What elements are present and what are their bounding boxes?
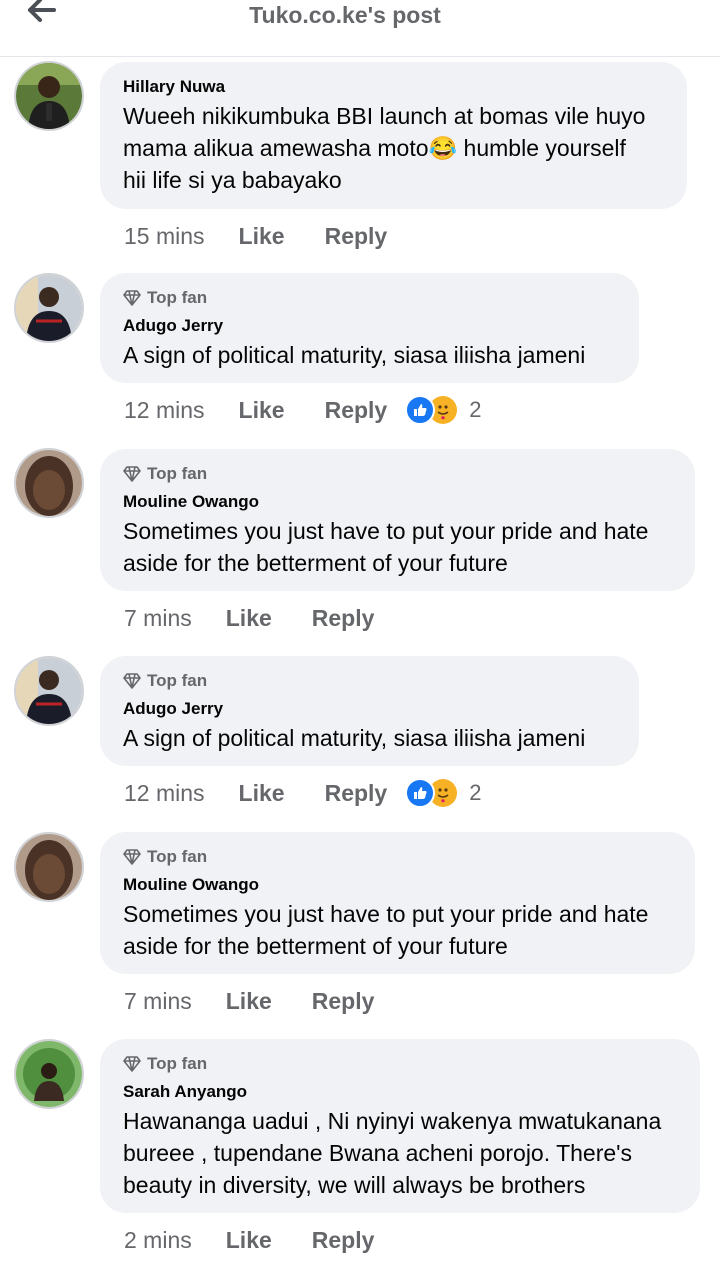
reaction-count: 2 <box>469 397 482 422</box>
comment-time[interactable]: 2 mins <box>124 1227 192 1254</box>
like-button[interactable]: Like <box>226 605 272 632</box>
comment-bubble[interactable]: Top fan Adugo Jerry A sign of political … <box>100 273 639 383</box>
reply-button[interactable]: Reply <box>325 780 388 807</box>
badge-label: Top fan <box>147 1054 208 1073</box>
avatar[interactable] <box>14 61 84 131</box>
comment-actions: 12 mins Like Reply 2 <box>124 395 481 425</box>
avatar[interactable] <box>14 656 84 726</box>
comment-line: aside for the betterment of your future <box>123 933 508 959</box>
comment-time[interactable]: 12 mins <box>124 780 205 807</box>
comment-actions: 7 mins Like Reply <box>124 986 414 1016</box>
comment-actions: 12 mins Like Reply 2 <box>124 778 481 808</box>
comment-actions: 7 mins Like Reply <box>124 603 414 633</box>
post-header: Tuko.co.ke's post <box>0 0 720 57</box>
comment-time[interactable]: 12 mins <box>124 397 205 424</box>
comment-text: A sign of political maturity, siasa ilii… <box>123 722 617 754</box>
comment-text: A sign of political maturity, siasa ilii… <box>123 339 617 371</box>
comment-bubble[interactable]: Top fan Adugo Jerry A sign of political … <box>100 656 639 766</box>
reply-button[interactable]: Reply <box>312 1227 375 1254</box>
comment-line: mama alikua amewasha moto😂 humble yourse… <box>123 135 626 161</box>
diamond-icon <box>123 290 141 306</box>
avatar[interactable] <box>14 832 84 902</box>
comment-line: Sometimes you just have to put your prid… <box>123 901 649 927</box>
comment-line: Wueeh nikikumbuka BBI launch at bomas vi… <box>123 103 646 129</box>
comment-line: hii life si ya babayako <box>123 167 342 193</box>
diamond-icon <box>123 849 141 865</box>
reply-button[interactable]: Reply <box>312 988 375 1015</box>
comment-author[interactable]: Mouline Owango <box>123 491 673 513</box>
comment-line: beauty in diversity, we will always be b… <box>123 1172 586 1198</box>
top-fan-badge: Top fan <box>123 670 617 692</box>
comment-line: A sign of political maturity, siasa ilii… <box>123 342 586 368</box>
comment-time[interactable]: 7 mins <box>124 988 192 1015</box>
like-button[interactable]: Like <box>239 223 285 250</box>
avatar[interactable] <box>14 273 84 343</box>
top-fan-badge: Top fan <box>123 846 673 868</box>
top-fan-badge: Top fan <box>123 287 617 309</box>
reactions-summary[interactable]: 2 <box>405 778 481 808</box>
comment-bubble[interactable]: Hillary Nuwa Wueeh nikikumbuka BBI launc… <box>100 62 687 209</box>
comment-text: Hawananga uadui , Ni nyinyi wakenya mwat… <box>123 1105 678 1201</box>
comment-time[interactable]: 7 mins <box>124 605 192 632</box>
comment-bubble[interactable]: Top fan Mouline Owango Sometimes you jus… <box>100 449 695 591</box>
comment-line: A sign of political maturity, siasa ilii… <box>123 725 586 751</box>
comment-line: Sometimes you just have to put your prid… <box>123 518 649 544</box>
top-fan-badge: Top fan <box>123 463 673 485</box>
like-button[interactable]: Like <box>239 397 285 424</box>
comment-author[interactable]: Sarah Anyango <box>123 1081 678 1103</box>
comment-line: Hawananga uadui , Ni nyinyi wakenya mwat… <box>123 1108 662 1134</box>
reactions-summary[interactable]: 2 <box>405 395 481 425</box>
badge-label: Top fan <box>147 671 208 690</box>
like-button[interactable]: Like <box>226 988 272 1015</box>
reply-button[interactable]: Reply <box>312 605 375 632</box>
badge-label: Top fan <box>147 288 208 307</box>
reply-button[interactable]: Reply <box>325 223 388 250</box>
badge-label: Top fan <box>147 464 208 483</box>
comment-bubble[interactable]: Top fan Mouline Owango Sometimes you jus… <box>100 832 695 974</box>
comment-author[interactable]: Hillary Nuwa <box>123 76 665 98</box>
comment-time[interactable]: 15 mins <box>124 223 205 250</box>
like-button[interactable]: Like <box>239 780 285 807</box>
comment-line: bureee , tupendane Bwana acheni porojo. … <box>123 1140 633 1166</box>
comment-bubble[interactable]: Top fan Sarah Anyango Hawananga uadui , … <box>100 1039 700 1213</box>
like-button[interactable]: Like <box>226 1227 272 1254</box>
top-fan-badge: Top fan <box>123 1053 678 1075</box>
reaction-count: 2 <box>469 780 482 805</box>
diamond-icon <box>123 1056 141 1072</box>
avatar[interactable] <box>14 1039 84 1109</box>
comment-author[interactable]: Adugo Jerry <box>123 698 617 720</box>
page-title: Tuko.co.ke's post <box>249 2 441 28</box>
avatar[interactable] <box>14 448 84 518</box>
reply-button[interactable]: Reply <box>325 397 388 424</box>
diamond-icon <box>123 466 141 482</box>
comment-text: Wueeh nikikumbuka BBI launch at bomas vi… <box>123 100 665 196</box>
comment-text: Sometimes you just have to put your prid… <box>123 898 673 962</box>
comment-author[interactable]: Mouline Owango <box>123 874 673 896</box>
comment-actions: 15 mins Like Reply <box>124 221 427 251</box>
diamond-icon <box>123 673 141 689</box>
comment-actions: 2 mins Like Reply <box>124 1225 414 1255</box>
badge-label: Top fan <box>147 847 208 866</box>
comment-line: aside for the betterment of your future <box>123 550 508 576</box>
comment-text: Sometimes you just have to put your prid… <box>123 515 673 579</box>
comment-author[interactable]: Adugo Jerry <box>123 315 617 337</box>
